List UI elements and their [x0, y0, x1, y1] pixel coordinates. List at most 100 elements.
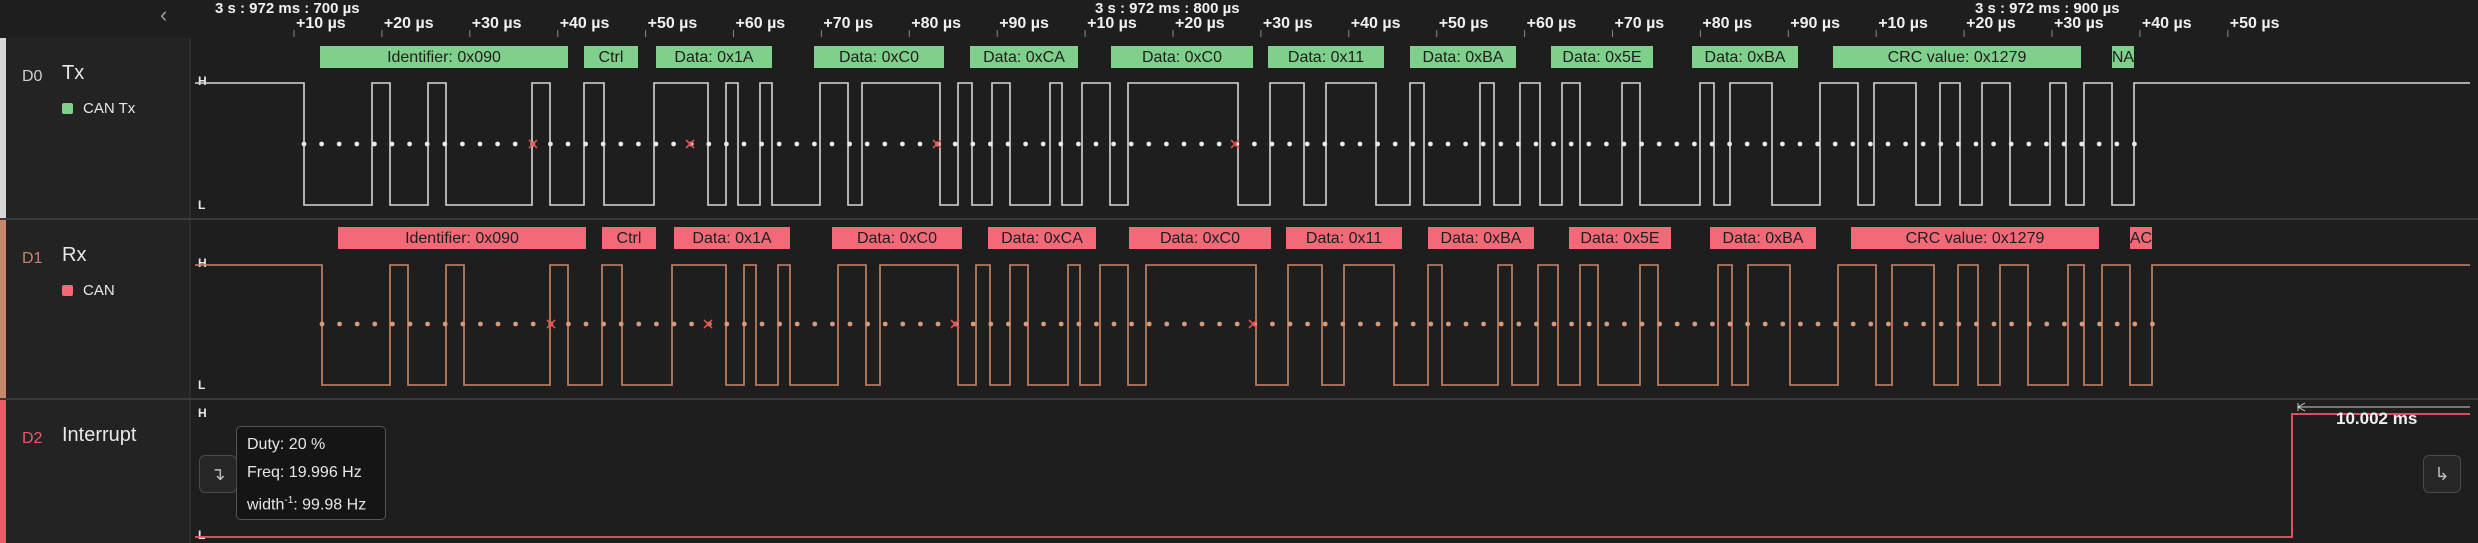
- sample-point-dot: [847, 321, 853, 327]
- sample-point-dot: [917, 141, 923, 147]
- sample-point-dot: [460, 141, 465, 147]
- sample-point-dot: [689, 321, 694, 327]
- sample-point-dot: [935, 321, 941, 327]
- sample-point-dot: [759, 321, 765, 327]
- protocol-frame-label: Data: 0xCA: [1001, 230, 1083, 247]
- sample-point-dot: [1234, 321, 1240, 327]
- sample-point-dot: [1410, 141, 1416, 147]
- sample-point-dot: [812, 141, 817, 147]
- sample-point-dot: [460, 321, 466, 327]
- sample-point-dot: [618, 141, 624, 147]
- sample-point-dot: [478, 321, 483, 327]
- sample-point-dot: [1375, 321, 1381, 327]
- sample-point-dot: [1076, 321, 1082, 327]
- sample-point-dot: [1815, 141, 1820, 147]
- sample-point-dot: [653, 141, 659, 147]
- sample-point-dot: [1287, 321, 1293, 327]
- sample-point-dot: [741, 141, 747, 147]
- sample-point-dot: [1481, 321, 1486, 327]
- sample-point-dot: [1357, 141, 1363, 147]
- sample-point-dot: [1005, 141, 1011, 147]
- sample-point-dot: [1569, 321, 1574, 327]
- sample-point-dot: [1305, 321, 1310, 327]
- sample-point-dot: [1868, 141, 1873, 147]
- duty-value: Duty: 20 %: [247, 436, 326, 453]
- sample-point-dot: [900, 321, 906, 327]
- sample-point-dot: [2008, 141, 2014, 147]
- protocol-frame-label: CRC value: 0x1279: [1888, 49, 2027, 66]
- sample-point-dot: [759, 141, 764, 147]
- sample-point-dot: [952, 141, 958, 147]
- digital-waveform: [195, 264, 2470, 386]
- sample-point-dot: [2026, 141, 2032, 147]
- sample-point-dot: [565, 141, 571, 147]
- sample-point-dot: [1534, 321, 1539, 327]
- sample-point-dot: [2114, 321, 2120, 327]
- sample-point-dot: [530, 321, 536, 327]
- sample-point-dot: [601, 321, 606, 327]
- sample-point-dot: [1780, 321, 1786, 327]
- sample-point-dot: [337, 321, 342, 327]
- sample-point-dot: [1815, 321, 1821, 327]
- sample-point-dot: [1164, 321, 1170, 327]
- sample-point-dot: [424, 141, 430, 147]
- sample-point-dot: [1446, 321, 1451, 327]
- protocol-frame-label: Data: 0xBA: [1705, 49, 1786, 66]
- sample-point-dot: [864, 141, 870, 147]
- rising-edge-icon[interactable]: ↳: [2423, 455, 2461, 493]
- sample-point-dot: [2150, 321, 2155, 327]
- sample-point-dot: [1428, 321, 1434, 327]
- sample-point-dot: [970, 321, 976, 327]
- sample-point-dot: [2009, 321, 2014, 327]
- sample-point-dot: [336, 141, 342, 147]
- sample-point-dot: [1762, 141, 1768, 147]
- sample-point-dot: [1920, 141, 1926, 147]
- protocol-frame-label: Data: 0x1A: [692, 230, 771, 247]
- sample-point-dot: [1921, 321, 1926, 327]
- sample-point-dot: [1076, 141, 1081, 147]
- sample-point-dot: [900, 141, 905, 147]
- falling-edge-icon[interactable]: ↴: [199, 455, 237, 493]
- sample-point-dot: [636, 321, 642, 327]
- sample-point-dot: [1217, 321, 1222, 327]
- sample-point-dot: [1146, 321, 1152, 327]
- protocol-frame-label: Data: 0x5E: [1580, 230, 1659, 247]
- sample-point-dot: [776, 141, 782, 147]
- sample-point-dot: [1252, 141, 1257, 147]
- sample-point-dot: [1498, 321, 1504, 327]
- sample-point-dot: [354, 321, 360, 327]
- sample-point-dot: [583, 321, 589, 327]
- sample-point-dot: [407, 321, 413, 327]
- sample-point-dot: [671, 141, 676, 147]
- sample-point-dot: [1322, 321, 1328, 327]
- sample-point-dot: [918, 321, 923, 327]
- sample-point-dot: [2061, 141, 2067, 147]
- sample-point-dot: [1744, 141, 1750, 147]
- sample-point-dot: [1041, 321, 1046, 327]
- sample-point-dot: [2062, 321, 2067, 327]
- sample-point-dot: [1710, 321, 1715, 327]
- sample-point-dot: [1974, 321, 1979, 327]
- protocol-frame-label: Data: 0x11: [1306, 230, 1382, 247]
- sample-point-dot: [600, 141, 606, 147]
- sample-point-dot: [1797, 141, 1803, 147]
- sample-point-dot: [2044, 141, 2049, 147]
- sample-point-dot: [1358, 321, 1363, 327]
- digital-waveform: [195, 82, 2470, 206]
- protocol-frame-label: AC: [2130, 230, 2152, 247]
- sample-point-dot: [372, 141, 377, 147]
- sample-point-dot: [988, 141, 993, 147]
- sample-point-dot: [2096, 141, 2102, 147]
- sample-point-dot: [1287, 141, 1292, 147]
- sample-point-dot: [1445, 141, 1451, 147]
- protocol-frame-label: Data: 0xBA: [1441, 230, 1522, 247]
- sample-point-dot: [442, 321, 448, 327]
- sample-point-dot: [1956, 141, 1961, 147]
- sample-point-dot: [1375, 141, 1380, 147]
- sample-point-dot: [654, 321, 659, 327]
- sample-point-dot: [1128, 141, 1134, 147]
- sample-point-dot: [1621, 141, 1627, 147]
- sample-point-dot: [1991, 321, 1997, 327]
- sample-point-dot: [1973, 141, 1979, 147]
- sample-point-dot: [1111, 141, 1116, 147]
